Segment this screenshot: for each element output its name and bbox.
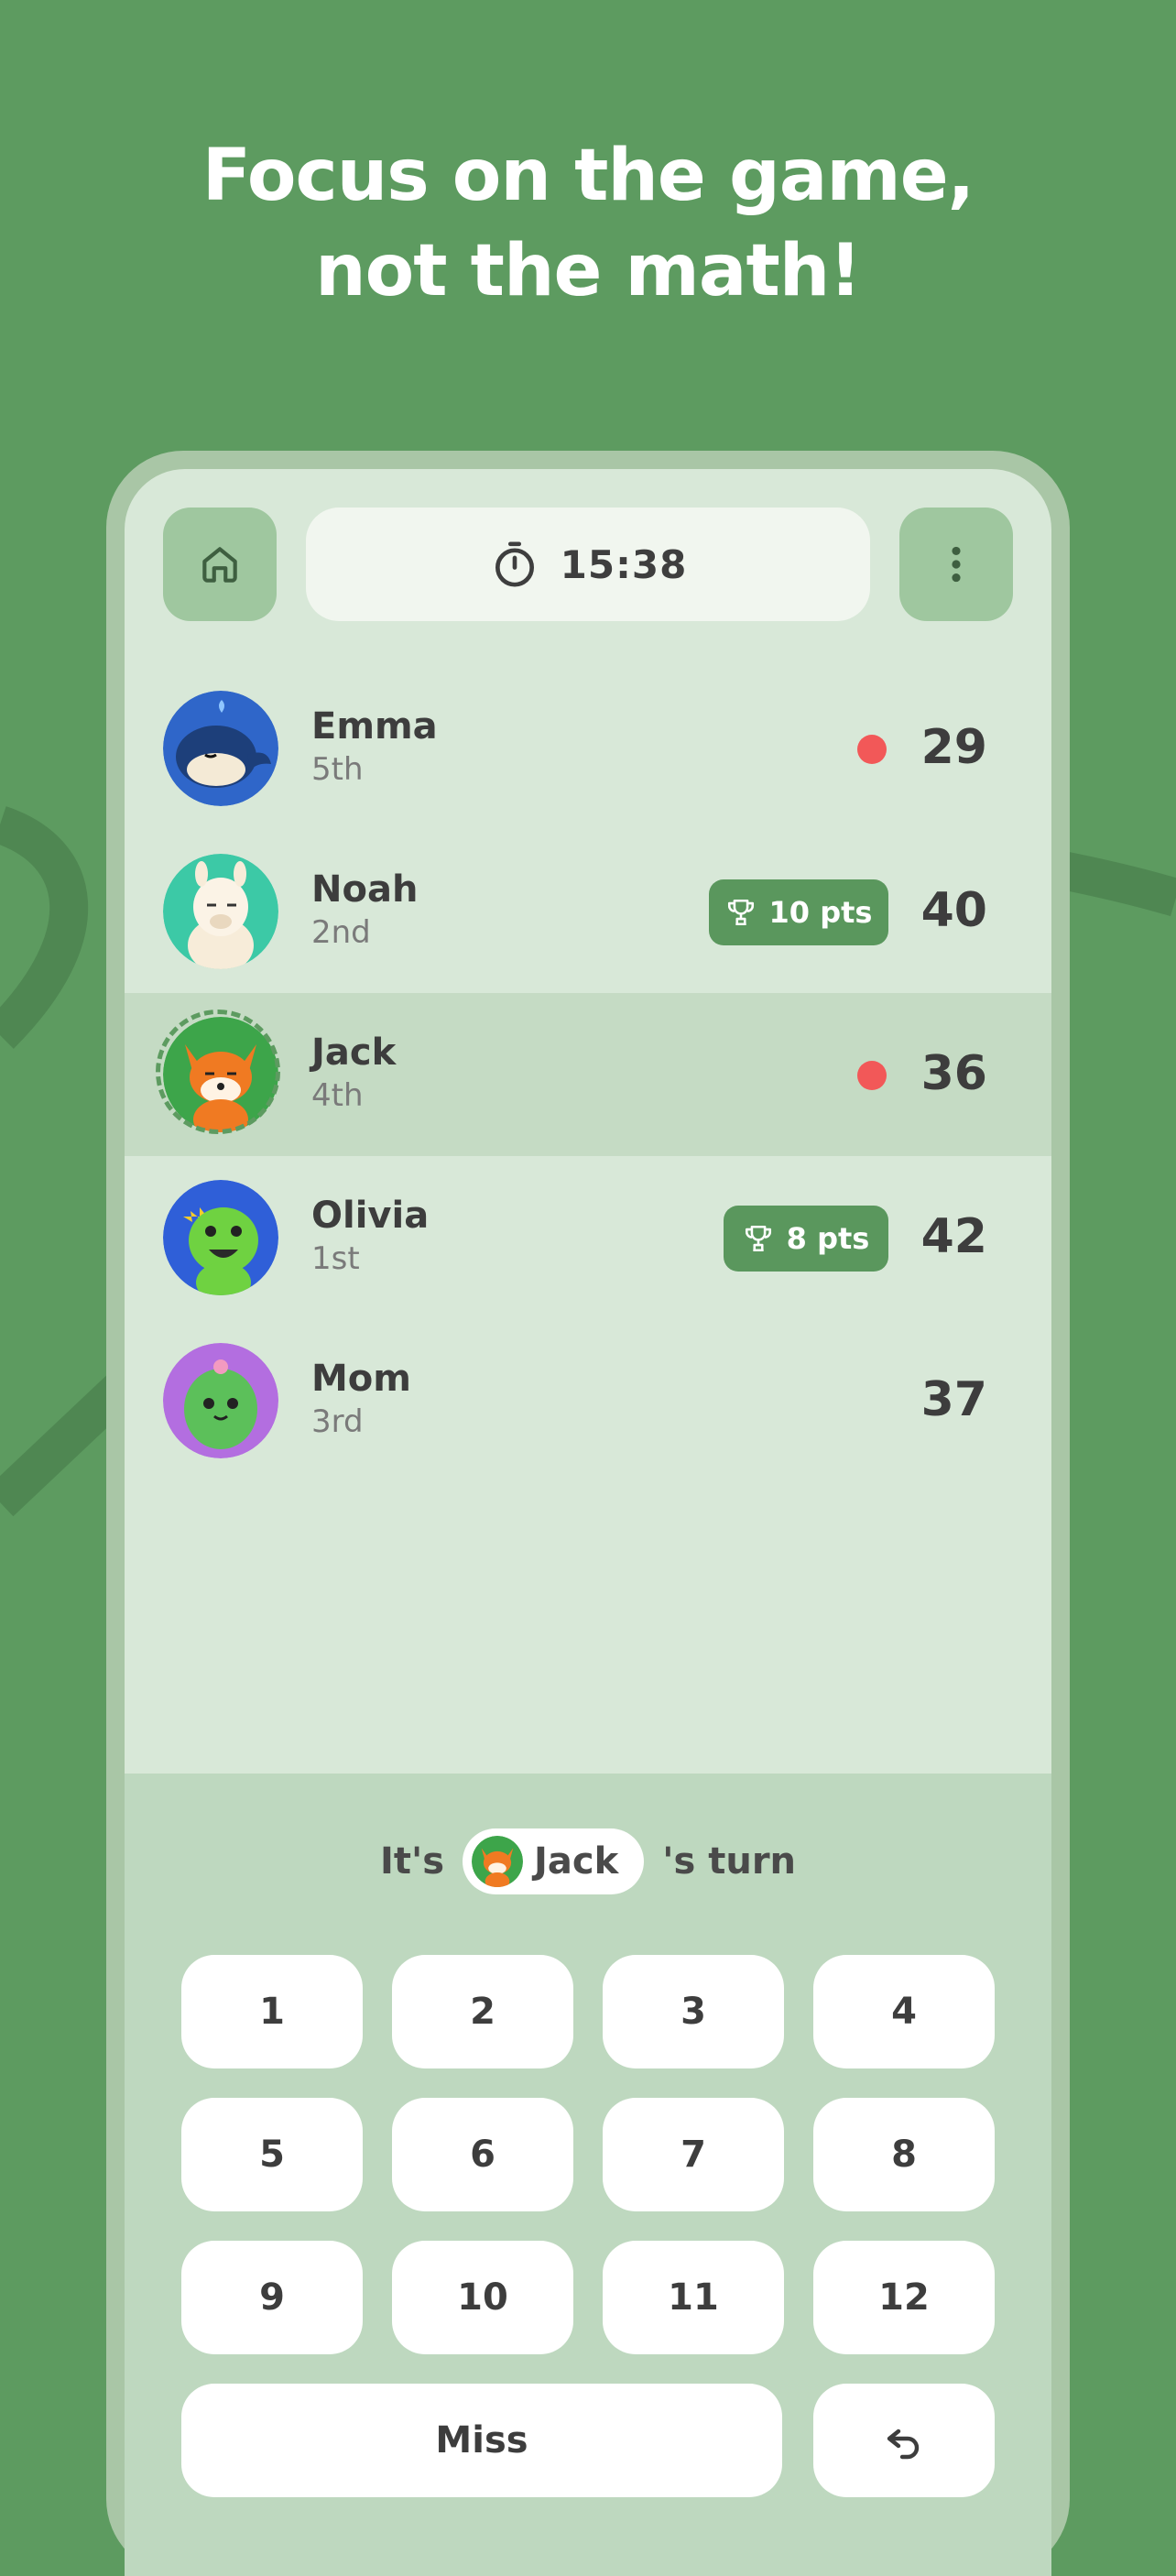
home-icon [202, 547, 237, 583]
key-12[interactable]: 12 [813, 2241, 995, 2354]
player-rank: 2nd [311, 914, 371, 951]
current-player-chip: Jack [463, 1828, 645, 1894]
cactus-avatar [163, 1343, 278, 1458]
fox-avatar [472, 1836, 524, 1887]
key-9[interactable]: 9 [181, 2241, 363, 2354]
key-6[interactable]: 6 [392, 2098, 573, 2211]
miss-button[interactable]: Miss [181, 2384, 782, 2497]
player-row[interactable]: Olivia 1st 8 pts 42 [125, 1156, 1051, 1319]
player-score: 36 [920, 1046, 987, 1101]
current-player-name: Jack [534, 1840, 619, 1883]
stopwatch-icon [495, 541, 534, 587]
timer-value: 15:38 [560, 541, 688, 587]
key-8[interactable]: 8 [813, 2098, 995, 2211]
undo-icon [887, 2429, 920, 2460]
player-score: 37 [920, 1372, 987, 1427]
trophy-icon [745, 1225, 771, 1252]
top-bar: 15:38 [125, 469, 1051, 652]
home-button[interactable] [163, 508, 277, 621]
turn-indicator-dot [857, 735, 887, 764]
player-row-active[interactable]: Jack 4th 36 [125, 993, 1051, 1156]
dinosaur-avatar [163, 1180, 278, 1295]
key-2[interactable]: 2 [392, 1955, 573, 2068]
player-rank: 1st [311, 1240, 360, 1277]
player-row[interactable]: Mom 3rd 37 [125, 1319, 1051, 1482]
turn-banner: It's Jack 's turn [125, 1828, 1051, 1894]
turn-indicator-dot [857, 1061, 887, 1090]
turn-prefix: It's [379, 1840, 445, 1883]
headline: Focus on the game, not the math! [0, 128, 1176, 319]
key-4[interactable]: 4 [813, 1955, 995, 2068]
undo-button[interactable] [813, 2384, 995, 2497]
turn-suffix: 's turn [662, 1840, 797, 1883]
player-score: 40 [920, 883, 987, 938]
player-name: Jack [311, 1031, 397, 1074]
key-10[interactable]: 10 [392, 2241, 573, 2354]
player-name: Emma [311, 705, 438, 748]
points-badge: 10 pts [709, 879, 888, 945]
key-5[interactable]: 5 [181, 2098, 363, 2211]
player-rank: 4th [311, 1077, 364, 1114]
score-keypad: It's Jack 's turn 1 2 3 4 5 6 7 8 9 10 1… [125, 1774, 1051, 2576]
points-badge-label: 10 pts [768, 895, 873, 930]
game-timer: 15:38 [306, 508, 870, 621]
player-name: Noah [311, 868, 419, 911]
player-row[interactable]: Noah 2nd 10 pts 40 [125, 830, 1051, 993]
player-score: 42 [920, 1209, 987, 1264]
headline-line-1: Focus on the game, [201, 135, 975, 217]
whale-avatar [163, 691, 278, 806]
app-screen: 15:38 Emma 5th 29 Noah 2nd 10 pts 40 Jac… [125, 469, 1051, 2576]
key-3[interactable]: 3 [603, 1955, 784, 2068]
player-rank: 5th [311, 751, 364, 788]
player-name: Olivia [311, 1195, 430, 1237]
player-rank: 3rd [311, 1403, 364, 1440]
phone-frame: 15:38 Emma 5th 29 Noah 2nd 10 pts 40 Jac… [106, 451, 1070, 2576]
player-score: 29 [920, 720, 987, 775]
trophy-icon [727, 899, 754, 926]
more-menu-button[interactable] [899, 508, 1013, 621]
key-7[interactable]: 7 [603, 2098, 784, 2211]
more-vertical-icon [952, 546, 961, 583]
active-player-ring [156, 1010, 280, 1134]
points-badge: 8 pts [724, 1206, 888, 1272]
headline-line-2: not the math! [315, 230, 862, 312]
player-name: Mom [311, 1358, 411, 1400]
points-badge-label: 8 pts [786, 1221, 870, 1256]
player-row[interactable]: Emma 5th 29 [125, 667, 1051, 830]
key-11[interactable]: 11 [603, 2241, 784, 2354]
llama-avatar [163, 854, 278, 969]
key-1[interactable]: 1 [181, 1955, 363, 2068]
